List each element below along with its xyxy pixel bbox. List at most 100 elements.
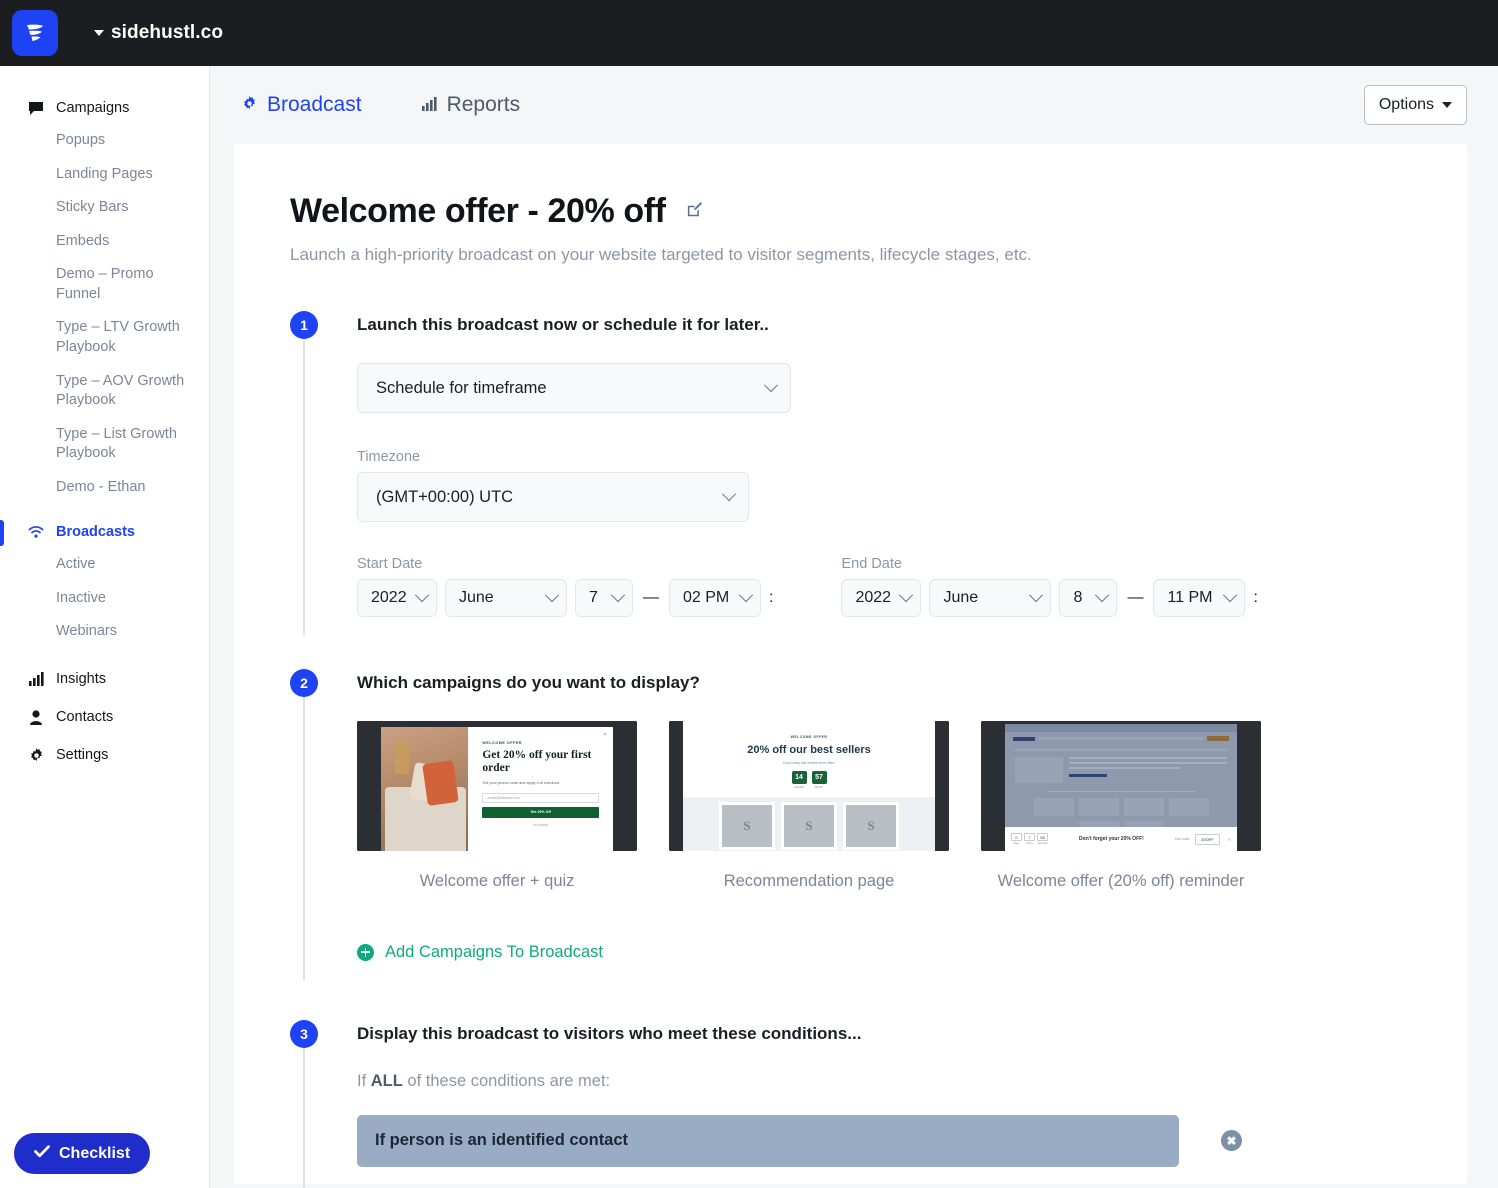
countdown-value: 7 [1024, 833, 1035, 841]
schedule-mode-select[interactable]: Schedule for timeframe [357, 363, 791, 413]
condition-pill[interactable]: If person is an identified contact [357, 1114, 1179, 1167]
popup-preview-panel: ✕ WELCOME OFFER Get 20% off your first o… [468, 727, 613, 851]
edit-pencil-square-icon[interactable] [686, 201, 703, 223]
plus-circle-icon [357, 943, 374, 961]
checklist-button[interactable]: Checklist [14, 1133, 151, 1174]
sidebar-item-inactive[interactable]: Inactive [0, 582, 209, 616]
campaign-thumbnail[interactable]: 0 Days 7 Hours 58 Seconds Don't forget y… [981, 721, 1261, 851]
campaign-card-welcome-offer-quiz[interactable]: ✕ WELCOME OFFER Get 20% off your first o… [357, 721, 637, 895]
sidebar-item-active[interactable]: Active [0, 548, 209, 582]
page-title-row: Welcome offer - 20% off [234, 192, 1467, 231]
close-circle-icon[interactable]: ✖ [1221, 1130, 1242, 1152]
page-title: Welcome offer - 20% off [290, 192, 666, 230]
sidebar-item-demo-ethan[interactable]: Demo - Ethan [0, 471, 209, 505]
end-month-value: June [943, 589, 979, 606]
end-month-select[interactable]: June [929, 579, 1052, 617]
chevron-down-icon [1029, 588, 1044, 603]
countdown-value: 0 [1011, 833, 1022, 841]
step-1: 1 Launch this broadcast now or schedule … [290, 311, 1467, 635]
start-time-select[interactable]: 02 PM [669, 579, 761, 617]
options-label: Options [1378, 96, 1434, 113]
dates-row: Start Date 2022 June 7 — 02 PM: End Dat… [357, 556, 1467, 617]
end-time-select[interactable]: 11 PM [1153, 579, 1246, 617]
campaign-thumbnail[interactable]: ✕ WELCOME OFFER Get 20% off your first o… [357, 721, 637, 851]
countdown-unit: 57 MINS [811, 771, 827, 789]
add-campaigns-link[interactable]: Add Campaigns To Broadcast [357, 943, 1467, 962]
step-2: 2 Which campaigns do you want to display… [290, 669, 1467, 980]
end-date-dash: — [1127, 589, 1144, 606]
shopify-bag-icon: S [722, 805, 772, 847]
popup-preview-photo [381, 727, 469, 851]
sidebar-item-type-aov-growth-playbook[interactable]: Type – AOV Growth Playbook [0, 365, 209, 418]
timezone-select[interactable]: (GMT+00:00) UTC [357, 472, 749, 522]
end-day-select[interactable]: 8 [1059, 579, 1118, 617]
countdown-label: Hours [1026, 842, 1033, 845]
campaign-card-welcome-offer-reminder[interactable]: 0 Days 7 Hours 58 Seconds Don't forget y… [981, 721, 1261, 895]
sidebar-item-popups[interactable]: Popups [0, 124, 209, 158]
start-date-group: Start Date 2022 June 7 — 02 PM: [357, 556, 773, 617]
chevron-down-icon [414, 588, 430, 603]
chat-bubble-icon [28, 100, 44, 116]
sidebar-item-settings[interactable]: Settings [0, 739, 209, 771]
sidebar-item-sticky-bars[interactable]: Sticky Bars [0, 191, 209, 225]
countdown-label: HOURS [793, 786, 805, 789]
account-switcher[interactable]: sidehustl.co [94, 22, 223, 44]
step-1-title: Launch this broadcast now or schedule it… [357, 315, 769, 334]
broadcast-wifi-icon [28, 524, 44, 540]
preview-body: Get your promo code and apply it at chec… [482, 780, 561, 785]
sidebar-item-demo-promo-funnel[interactable]: Demo – Promo Funnel [0, 258, 209, 311]
campaign-caption: Welcome offer + quiz [419, 872, 575, 890]
start-time-colon: : [769, 589, 774, 606]
preview-heading: Get 20% off your first order [482, 749, 592, 774]
start-day-select[interactable]: 7 [575, 579, 633, 617]
sticky-bar-strip: 0 Days 7 Hours 58 Seconds Don't forget y… [1005, 827, 1237, 851]
sidebar-item-type-ltv-growth-playbook[interactable]: Type – LTV Growth Playbook [0, 311, 209, 364]
preview-email-input: email@address.com [482, 792, 599, 803]
end-time-value: 11 PM [1167, 589, 1213, 606]
start-date-label: Start Date [357, 556, 423, 572]
preview-decline-link: No thanks [533, 822, 549, 827]
end-time-colon: : [1253, 589, 1258, 606]
sidebar-item-broadcasts[interactable]: Broadcasts [0, 516, 209, 548]
campaign-card-recommendation-page[interactable]: WELCOME OFFER 20% off our best sellers D… [669, 721, 949, 895]
gear-icon [242, 93, 257, 117]
campaign-thumbnail[interactable]: WELCOME OFFER 20% off our best sellers D… [669, 721, 949, 851]
tab-bar: Broadcast Reports [242, 93, 520, 117]
conditions-match-mode[interactable]: ALL [371, 1072, 403, 1090]
options-button[interactable]: Options [1363, 85, 1467, 125]
sidebar-item-webinars[interactable]: Webinars [0, 615, 209, 649]
chevron-down-icon [544, 588, 560, 603]
page-preview: WELCOME OFFER 20% off our best sellers D… [683, 721, 935, 851]
countdown-value: 58 [1037, 833, 1048, 841]
step-number-badge: 2 [290, 669, 318, 697]
bar-chart-icon [421, 93, 437, 117]
start-year-select[interactable]: 2022 [357, 579, 437, 617]
add-campaigns-label: Add Campaigns To Broadcast [385, 942, 603, 961]
preview-cta-button: Get 20% Off [482, 806, 599, 818]
end-date-group: End Date 2022 June 8 — 11 PM: [841, 556, 1258, 617]
gear-icon [28, 747, 44, 763]
chevron-down-icon [738, 588, 754, 603]
tab-reports[interactable]: Reports [421, 93, 520, 117]
sidebar-item-type-list-growth-playbook[interactable]: Type – List Growth Playbook [0, 418, 209, 471]
app-logo[interactable] [12, 10, 58, 56]
step-2-title: Which campaigns do you want to display? [357, 673, 700, 692]
schedule-mode-value: Schedule for timeframe [376, 378, 547, 397]
sidebar-group-settings: Settings [0, 739, 209, 771]
start-month-select[interactable]: June [445, 579, 567, 617]
end-year-select[interactable]: 2022 [841, 579, 922, 617]
sidebar-item-landing-pages[interactable]: Landing Pages [0, 158, 209, 192]
sidebar-item-insights[interactable]: Insights [0, 663, 209, 695]
sidebar-item-embeds[interactable]: Embeds [0, 225, 209, 259]
countdown-unit: 58 Seconds [1037, 833, 1048, 845]
shopify-bag-icon: S [846, 805, 896, 847]
bar-chart-icon [28, 671, 44, 687]
preview-heading: 20% off our best sellers [747, 744, 871, 756]
tab-broadcast[interactable]: Broadcast [242, 93, 362, 117]
step-3: 3 Display this broadcast to visitors who… [290, 1019, 1467, 1188]
countdown-unit: 0 Days [1011, 833, 1022, 845]
sidebar-item-contacts[interactable]: Contacts [0, 701, 209, 733]
countdown-label: Seconds [1037, 842, 1048, 845]
start-day-value: 7 [589, 589, 598, 606]
sidebar-item-campaigns[interactable]: Campaigns [0, 92, 209, 124]
